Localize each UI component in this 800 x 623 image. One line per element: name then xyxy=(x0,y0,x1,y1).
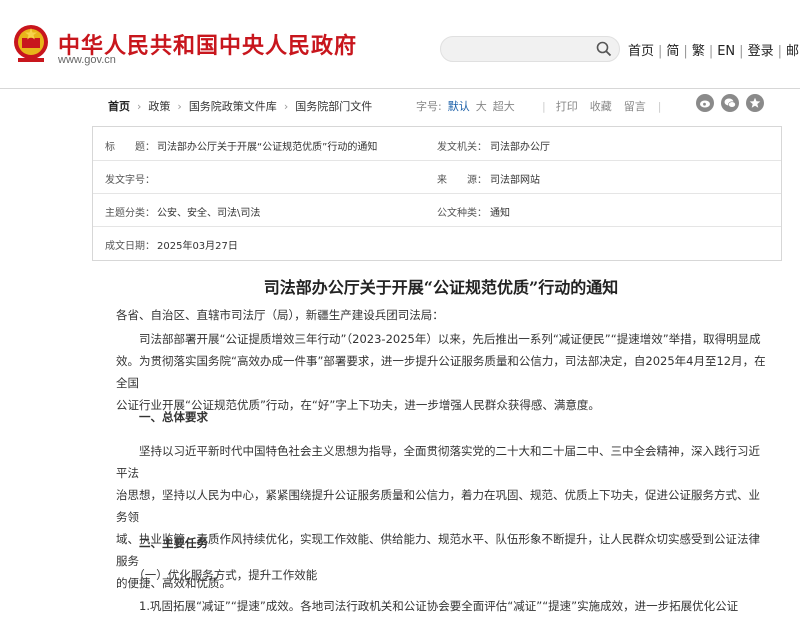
link-traditional[interactable]: 繁 xyxy=(692,44,705,59)
site-header: 中华人民共和国中央人民政府 www.gov.cn 首页 | 简 | 繁 | EN | 登录 | 邮 xyxy=(0,0,800,89)
text-line: 1.巩固拓展“减证”“提速”成效。各地司法行政机关和公证协会要全面评估“减证”“… xyxy=(116,599,739,613)
print-button[interactable]: 打印 xyxy=(556,100,578,113)
doctype-label: 公文种类： xyxy=(437,208,487,219)
title-label: 标 题： xyxy=(105,142,155,153)
link-mail[interactable]: 邮 xyxy=(786,44,799,59)
star-share-icon[interactable] xyxy=(746,94,764,112)
search-icon[interactable] xyxy=(596,41,612,57)
font-size-default[interactable]: 默认 xyxy=(448,100,470,113)
site-url: www.gov.cn xyxy=(58,54,116,66)
breadcrumb-bar: 首页 › 政策 › 国务院政策文件库 › 国务院部门文件 字号: 默认大超大 | 打印 收藏 留言 | xyxy=(92,94,780,116)
issuer-label: 发文机关： xyxy=(437,142,487,153)
issuer-value: 司法部办公厅 xyxy=(490,142,550,153)
paragraph-tasks: 1.巩固拓展“减证”“提速”成效。各地司法行政机关和公证协会要全面评估“减证”“… xyxy=(116,595,766,617)
title-value: 司法部办公厅关于开展“公证规范优质”行动的通知 xyxy=(157,142,378,153)
text-line: 效。为贯彻落实国务院“高效办成一件事”部署要求，进一步提升公证服务质量和公信力，… xyxy=(116,354,766,390)
divider: | xyxy=(658,44,663,59)
breadcrumb-separator: › xyxy=(283,100,289,113)
topic-value: 公安、安全、司法\司法 xyxy=(157,208,261,219)
weibo-icon[interactable] xyxy=(696,94,714,112)
source-label: 来 源： xyxy=(437,175,487,186)
font-size-selector: 字号: 默认大超大 xyxy=(416,98,521,114)
article-title: 司法部办公厅关于开展“公证规范优质”行动的通知 xyxy=(263,278,619,297)
info-row: 主题分类： 公安、安全、司法\司法 公文种类： 通知 xyxy=(93,193,781,227)
comment-button[interactable]: 留言 xyxy=(624,100,646,113)
breadcrumb-separator: › xyxy=(137,100,142,113)
breadcrumb-home[interactable]: 首页 xyxy=(108,100,130,113)
favorite-button[interactable]: 收藏 xyxy=(590,100,612,113)
salutation: 各省、自治区、直辖市司法厅（局），新疆生产建设兵团司法局： xyxy=(116,308,444,322)
divider: | xyxy=(683,44,688,59)
font-size-xlarge[interactable]: 超大 xyxy=(493,100,515,113)
info-row: 成文日期： 2025年03月27日 xyxy=(93,226,781,259)
share-buttons xyxy=(696,94,771,112)
divider: | xyxy=(777,44,782,59)
article-tools: | 打印 收藏 留言 | xyxy=(542,98,671,114)
topic-label: 主题分类： xyxy=(105,208,155,219)
link-english[interactable]: EN xyxy=(717,44,735,59)
font-size-large[interactable]: 大 xyxy=(476,100,487,113)
wechat-icon[interactable] xyxy=(721,94,739,112)
info-row: 标 题： 司法部办公厅关于开展“公证规范优质”行动的通知 发文机关： 司法部办公… xyxy=(93,127,781,161)
breadcrumb-policy[interactable]: 政策 xyxy=(148,100,170,113)
breadcrumb-policy-library[interactable]: 国务院政策文件库 xyxy=(189,100,277,113)
divider: | xyxy=(542,100,546,113)
national-emblem-icon[interactable] xyxy=(12,24,50,64)
section-heading: 一、总体要求 xyxy=(116,410,208,424)
breadcrumb-separator: › xyxy=(177,100,182,113)
font-size-label: 字号: xyxy=(416,100,442,113)
divider: | xyxy=(739,44,744,59)
info-row: 发文字号： 来 源： 司法部网站 xyxy=(93,160,781,194)
source-value: 司法部网站 xyxy=(490,175,540,186)
link-home[interactable]: 首页 xyxy=(628,44,654,59)
link-login[interactable]: 登录 xyxy=(748,44,774,59)
breadcrumb-department-docs[interactable]: 国务院部门文件 xyxy=(295,100,372,113)
breadcrumb: 首页 › 政策 › 国务院政策文件库 › 国务院部门文件 xyxy=(108,98,372,114)
top-links: 首页 | 简 | 繁 | EN | 登录 | 邮 xyxy=(628,40,799,59)
link-simplified[interactable]: 简 xyxy=(666,44,679,59)
document-info-table: 标 题： 司法部办公厅关于开展“公证规范优质”行动的通知 发文机关： 司法部办公… xyxy=(92,126,782,261)
divider: | xyxy=(657,100,662,113)
text-line: 坚持以习近平新时代中国特色社会主义思想为指导，全面贯彻落实党的二十大和二十届二中… xyxy=(116,444,760,480)
section-heading: 二、主要任务 xyxy=(116,536,208,550)
docno-label: 发文字号： xyxy=(105,175,155,186)
subsection-heading: （一）优化服务方式，提升工作效能 xyxy=(116,568,318,582)
divider: | xyxy=(708,44,714,59)
text-line: 治思想，坚持以人民为中心，紧紧围绕提升公证服务质量和公信力，着力在巩固、规范、优… xyxy=(116,488,760,524)
doctype-value: 通知 xyxy=(490,208,510,219)
date-label: 成文日期： xyxy=(105,241,155,252)
search-input[interactable] xyxy=(440,36,620,62)
text-line: 司法部部署开展“公证提质增效三年行动”（2023-2025年）以来，先后推出一系… xyxy=(116,332,761,346)
paragraph-intro: 司法部部署开展“公证提质增效三年行动”（2023-2025年）以来，先后推出一系… xyxy=(116,328,766,416)
date-value: 2025年03月27日 xyxy=(157,241,238,252)
